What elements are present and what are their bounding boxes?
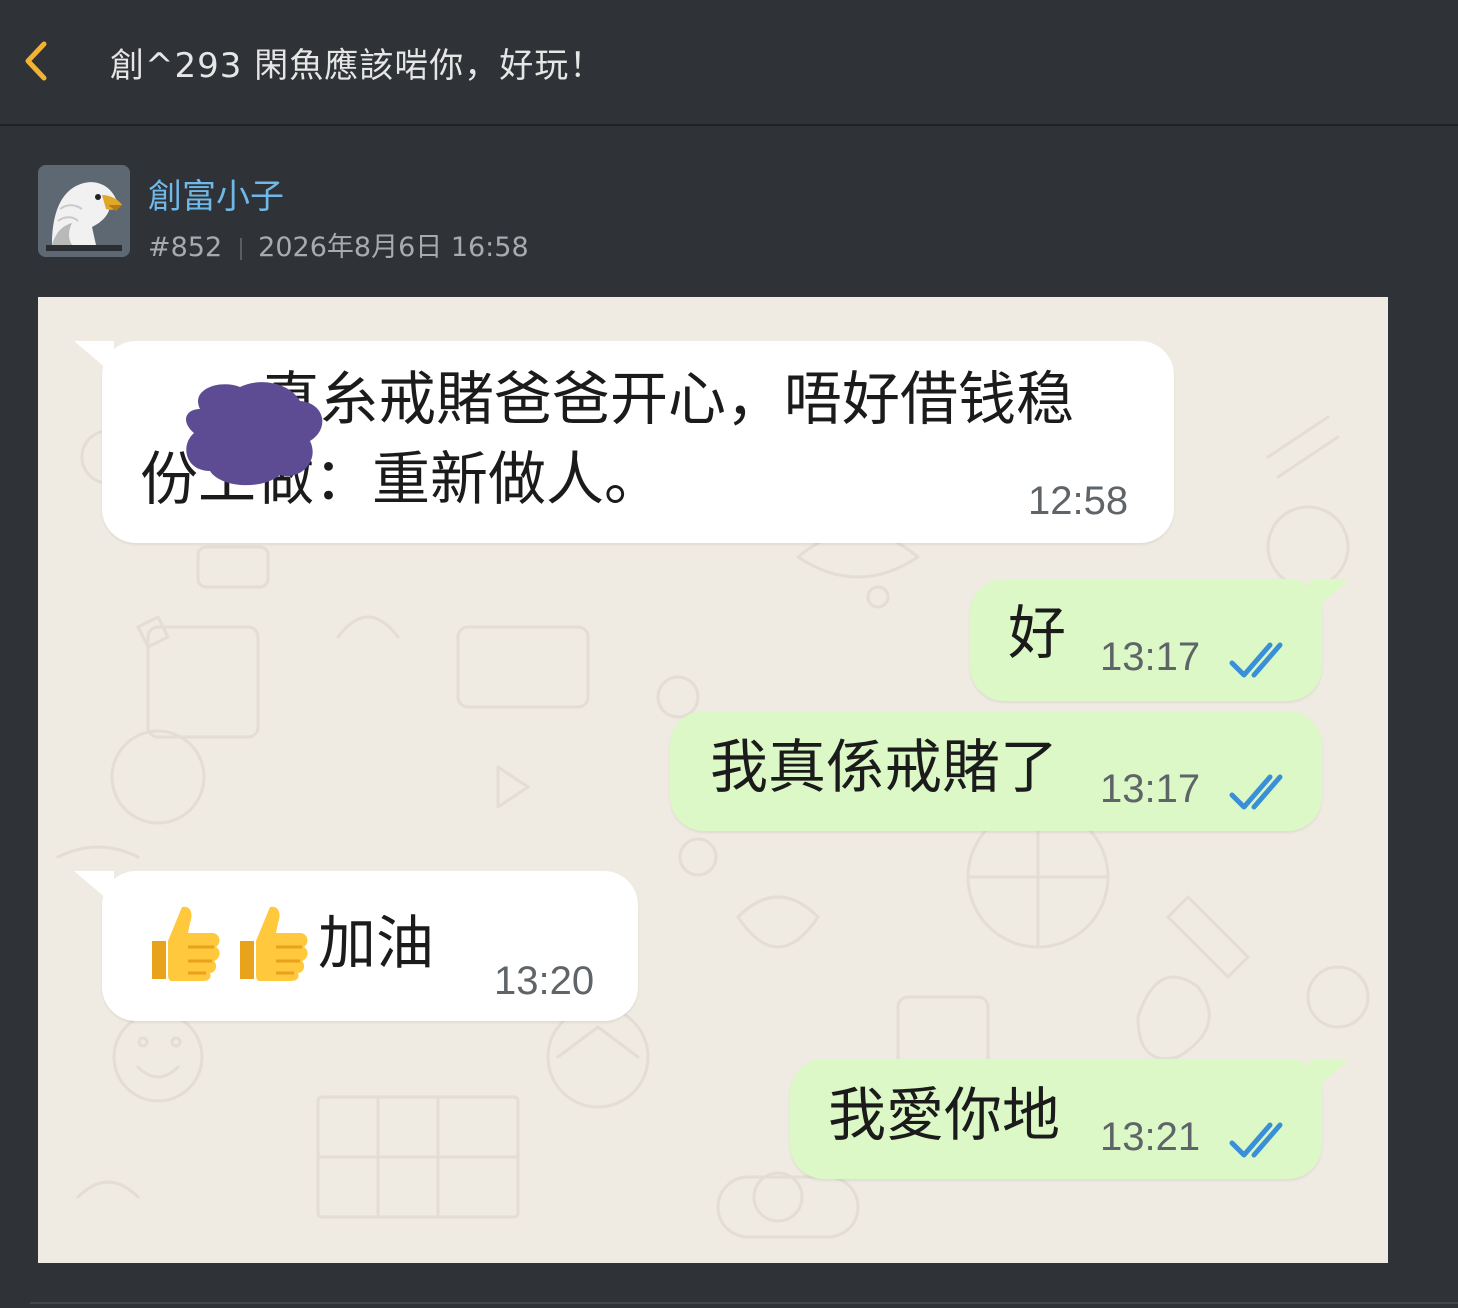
author-name[interactable]: 創富小子 bbox=[148, 169, 284, 218]
thumbs-up-emoji bbox=[152, 906, 220, 981]
message-bubble-outgoing[interactable]: 好 13:17 bbox=[970, 579, 1350, 701]
bubble-tail bbox=[1310, 1059, 1350, 1093]
bubble-tail bbox=[1310, 579, 1350, 613]
message-time: 13:21 bbox=[1100, 1115, 1201, 1159]
thread-title: 創^293 閑魚應該啱你，好玩！ bbox=[110, 46, 605, 86]
message-text: 我愛你地 bbox=[828, 1081, 1061, 1149]
message-text: 我真係戒賭了 bbox=[710, 733, 1059, 801]
message-bubble-incoming[interactable]: 真糸戒賭爸爸开心，唔好借钱稳 份工做：重新做人。 12:58 bbox=[74, 341, 1174, 543]
post-meta: #852 2026年8月6日 16:58 bbox=[148, 225, 529, 264]
post-number[interactable]: #852 bbox=[148, 232, 222, 263]
bubble-tail bbox=[74, 871, 114, 905]
post-header: 創富小子 #852 2026年8月6日 16:58 bbox=[38, 165, 938, 265]
message-bubble-incoming[interactable]: 加油 13:20 bbox=[74, 871, 638, 1021]
message-text: 加油 bbox=[318, 909, 435, 977]
message-text-line1: 真糸戒賭爸爸开心，唔好借钱稳 bbox=[262, 365, 1075, 433]
double-check-icon bbox=[1229, 774, 1283, 810]
meta-divider bbox=[240, 237, 243, 260]
message-bubble-outgoing[interactable]: 我真係戒賭了 13:17 bbox=[670, 711, 1322, 831]
thumbs-up-emoji bbox=[240, 906, 308, 981]
eagle-avatar-icon bbox=[38, 165, 130, 257]
message-time: 13:20 bbox=[494, 959, 595, 1003]
message-time: 12:58 bbox=[1028, 479, 1129, 523]
message-text: 好 bbox=[1008, 599, 1067, 667]
bubble-tail bbox=[74, 341, 114, 375]
message-time: 13:17 bbox=[1100, 635, 1201, 679]
chevron-left-icon bbox=[25, 41, 47, 81]
chat-screenshot[interactable]: 真糸戒賭爸爸开心，唔好借钱稳 份工做：重新做人。 12:58 好 13:17 我… bbox=[38, 297, 1388, 1263]
back-button[interactable] bbox=[18, 38, 58, 84]
redaction-mark bbox=[186, 382, 323, 486]
message-time: 13:17 bbox=[1100, 767, 1201, 811]
avatar[interactable] bbox=[38, 165, 130, 257]
double-check-icon bbox=[1229, 1122, 1283, 1158]
post-timestamp: 2026年8月6日 16:58 bbox=[258, 232, 529, 263]
post-divider bbox=[30, 1302, 1458, 1304]
double-check-icon bbox=[1229, 642, 1283, 678]
message-bubble-outgoing[interactable]: 我愛你地 13:21 bbox=[790, 1059, 1350, 1179]
top-bar: 創^293 閑魚應該啱你，好玩！ bbox=[0, 0, 1458, 126]
